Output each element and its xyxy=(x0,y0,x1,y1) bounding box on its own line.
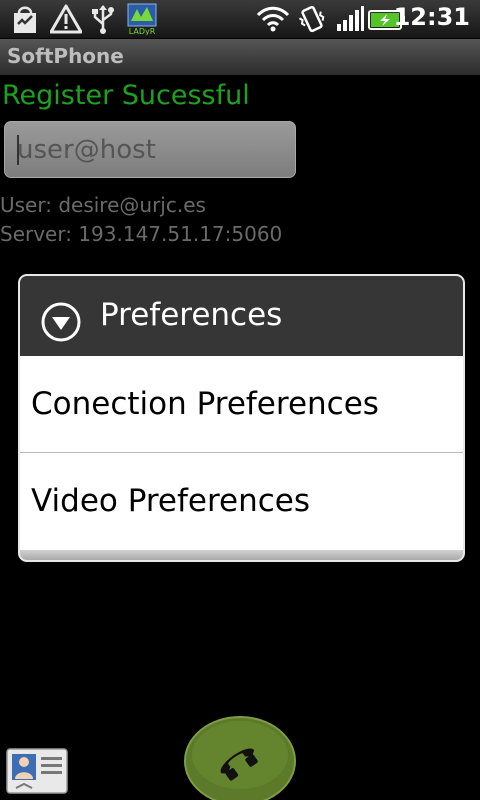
menu-item-video-preferences[interactable]: Video Preferences xyxy=(20,453,463,549)
status-bar: LADyR 12:31 xyxy=(0,0,480,39)
ladyr-label: LADyR xyxy=(129,27,156,35)
clock: 12:31 xyxy=(393,3,470,31)
screen: LADyR 12:31 SoftPhone Register Sucessful… xyxy=(0,0,480,800)
shopping-bag-icon xyxy=(10,4,40,38)
warning-icon xyxy=(49,4,83,38)
app-title: SoftPhone xyxy=(7,44,124,68)
vibrate-icon xyxy=(297,4,327,38)
phone-handset-icon xyxy=(183,716,297,800)
menu-item-label: Video Preferences xyxy=(31,483,311,519)
wifi-icon xyxy=(256,6,290,36)
usb-icon xyxy=(90,4,116,38)
text-cursor xyxy=(17,135,19,165)
call-button[interactable] xyxy=(183,715,297,800)
dialog-title: Preferences xyxy=(100,297,283,333)
sip-address-placeholder: user@host xyxy=(17,135,156,165)
user-info: User: desire@urjc.es xyxy=(0,193,206,217)
sip-address-input[interactable]: user@host xyxy=(4,121,296,178)
preferences-dialog: Preferences Conection Preferences Video … xyxy=(18,274,465,562)
ladyr-app-icon: LADyR xyxy=(127,3,157,39)
contacts-button[interactable] xyxy=(6,748,68,794)
server-info: Server: 193.147.51.17:5060 xyxy=(0,222,283,246)
signal-icon xyxy=(336,6,364,36)
dialog-header: Preferences xyxy=(20,276,463,356)
menu-item-label: Conection Preferences xyxy=(31,386,379,422)
register-status: Register Sucessful xyxy=(2,80,250,111)
contacts-icon xyxy=(6,748,68,798)
dialog-footer xyxy=(20,550,463,560)
app-title-bar: SoftPhone xyxy=(0,39,480,75)
chevron-down-circle-icon xyxy=(40,301,82,347)
menu-item-conection-preferences[interactable]: Conection Preferences xyxy=(20,356,463,452)
